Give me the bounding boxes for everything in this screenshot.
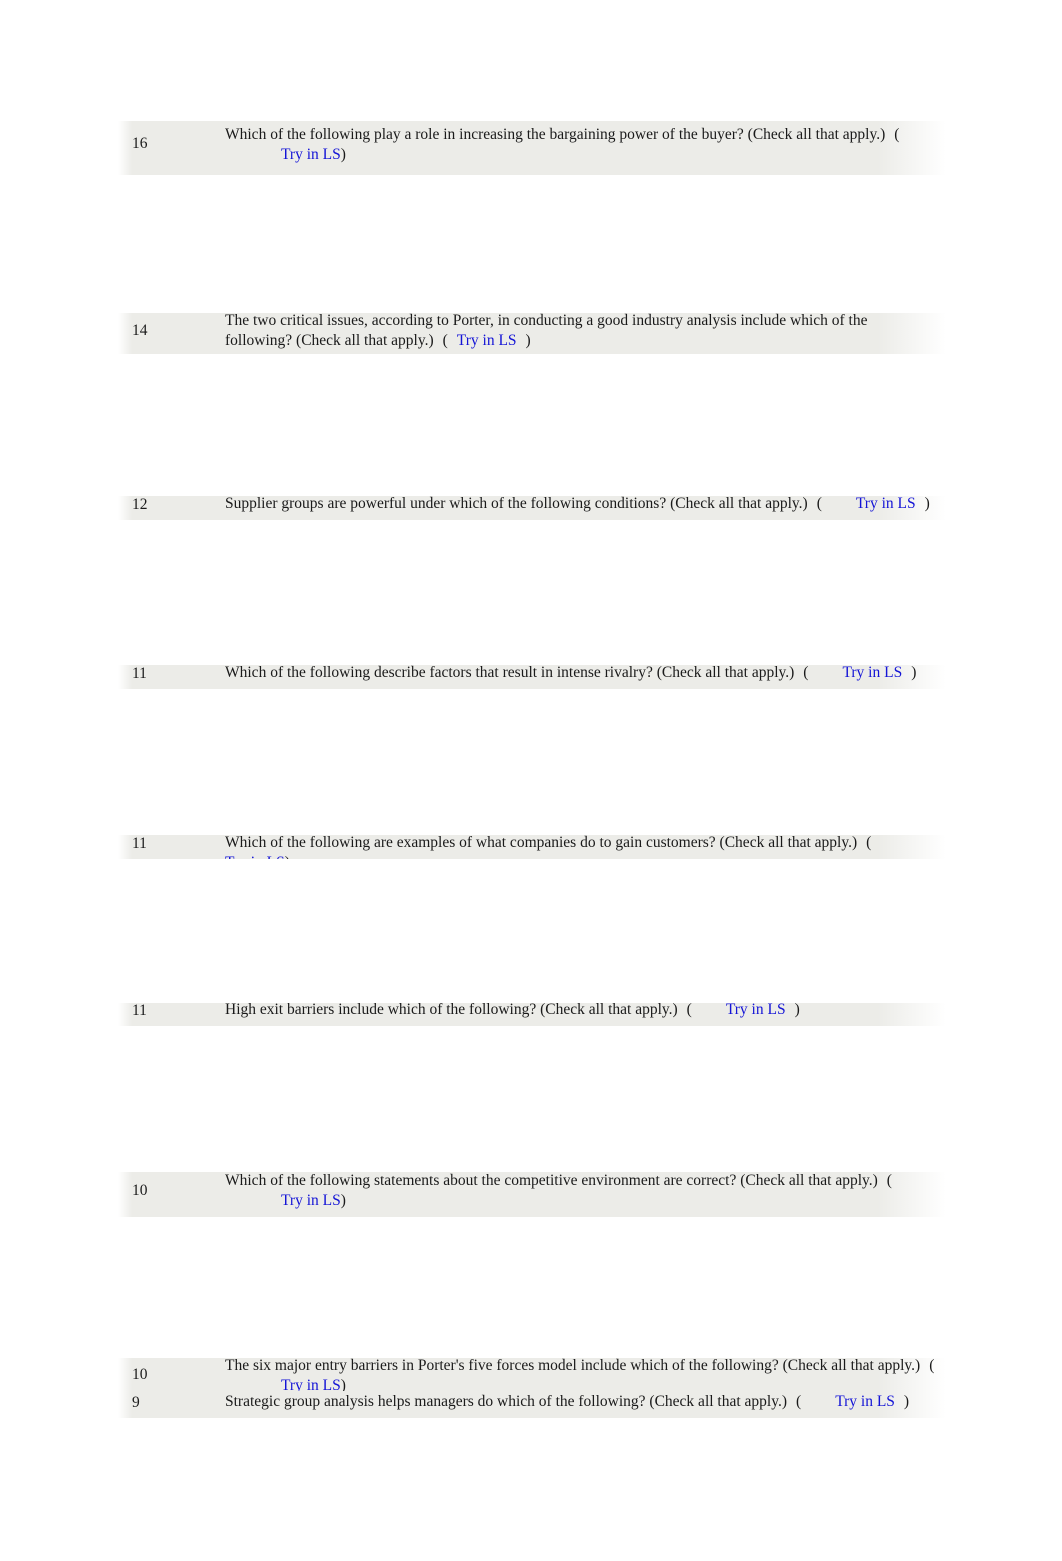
question-text: Which of the following play a role in in… (225, 126, 886, 143)
question-text: The two critical issues, according to Po… (225, 313, 868, 349)
question-text: Which of the following describe factors … (225, 665, 795, 681)
table-row[interactable]: 10 Which of the following statements abo… (118, 1172, 946, 1217)
close-paren: ) (911, 665, 917, 681)
question-text-cell: High exit barriers include which of the … (225, 1003, 937, 1020)
table-row[interactable]: 9 Strategic group analysis helps manager… (118, 1391, 946, 1418)
question-text: High exit barriers include which of the … (225, 1003, 678, 1018)
question-count: 16 (132, 135, 148, 152)
open-paren: ( (894, 126, 900, 143)
close-paren: ) (924, 496, 930, 512)
link-label-line2: LS (322, 145, 341, 163)
question-count: 11 (132, 665, 147, 682)
open-paren: ( (866, 835, 872, 851)
question-text-cell: The six major entry barriers in Porter's… (225, 1358, 937, 1391)
try-in-ls-link[interactable]: Try in LS (835, 1393, 895, 1410)
question-text: Which of the following are examples of w… (225, 835, 858, 851)
link-label-line1: Try (281, 1376, 303, 1392)
close-paren: ) (794, 1003, 800, 1018)
open-paren: ( (442, 331, 448, 349)
try-in-ls-link[interactable]: Try in LS (726, 1003, 786, 1018)
open-paren: ( (796, 1393, 802, 1410)
open-paren: ( (886, 1172, 892, 1189)
question-count: 9 (132, 1394, 140, 1411)
open-paren: ( (803, 665, 809, 681)
try-in-ls-link[interactable]: Try in LS (856, 496, 916, 512)
table-row[interactable]: 12 Supplier groups are powerful under wh… (118, 496, 946, 520)
link-label-line1: Try in (281, 145, 319, 163)
question-text-cell: Which of the following describe factors … (225, 665, 937, 683)
table-row[interactable]: 16 Which of the following play a role in… (118, 121, 946, 175)
question-count: 12 (132, 496, 148, 513)
try-in-ls-link[interactable]: Try in LS (225, 854, 285, 860)
open-paren: ( (686, 1003, 692, 1018)
try-in-ls-link[interactable]: Try in LS (457, 332, 517, 349)
close-paren: ) (340, 1376, 346, 1392)
question-count: 14 (132, 322, 148, 339)
question-list-document: 16 Which of the following play a role in… (0, 0, 1062, 1561)
link-label-line2: LS (322, 1191, 341, 1209)
table-row[interactable]: 11 Which of the following describe facto… (118, 665, 946, 689)
question-count: 11 (132, 835, 147, 852)
try-in-ls-link[interactable]: Try in LS (281, 146, 341, 163)
question-text-cell: Which of the following statements about … (225, 1172, 937, 1210)
close-paren: ) (285, 854, 290, 860)
question-text: Supplier groups are powerful under which… (225, 496, 808, 512)
question-text-cell: The two critical issues, according to Po… (225, 313, 937, 350)
question-count: 10 (132, 1182, 148, 1199)
try-in-ls-link[interactable]: Try in LS (281, 1377, 341, 1392)
close-paren: ) (525, 331, 531, 349)
open-paren: ( (816, 496, 822, 512)
question-text: The six major entry barriers in Porter's… (225, 1358, 921, 1374)
link-label-line1: Try in (281, 1191, 319, 1209)
question-text: Which of the following statements about … (225, 1172, 878, 1189)
close-paren: ) (340, 1191, 346, 1209)
close-paren: ) (903, 1393, 910, 1410)
table-row[interactable]: 10 The six major entry barriers in Porte… (118, 1358, 946, 1391)
try-in-ls-link[interactable]: Try in LS (842, 665, 902, 681)
question-text-cell: Supplier groups are powerful under which… (225, 496, 937, 514)
close-paren: ) (340, 145, 346, 163)
try-in-ls-link[interactable]: Try in LS (281, 1192, 341, 1209)
link-label-line2: in LS (306, 1376, 341, 1392)
question-text-cell: Which of the following play a role in in… (225, 125, 937, 164)
table-row[interactable]: 11 High exit barriers include which of t… (118, 1003, 946, 1026)
table-row[interactable]: 11 Which of the following are examples o… (118, 835, 946, 859)
question-text-cell: Strategic group analysis helps managers … (225, 1392, 937, 1412)
question-count: 11 (132, 1003, 147, 1019)
question-text-cell: Which of the following are examples of w… (225, 835, 937, 859)
open-paren: ( (929, 1358, 935, 1374)
question-text: Strategic group analysis helps managers … (225, 1393, 788, 1410)
table-row[interactable]: 14 The two critical issues, according to… (118, 313, 946, 354)
question-count: 10 (132, 1366, 148, 1383)
